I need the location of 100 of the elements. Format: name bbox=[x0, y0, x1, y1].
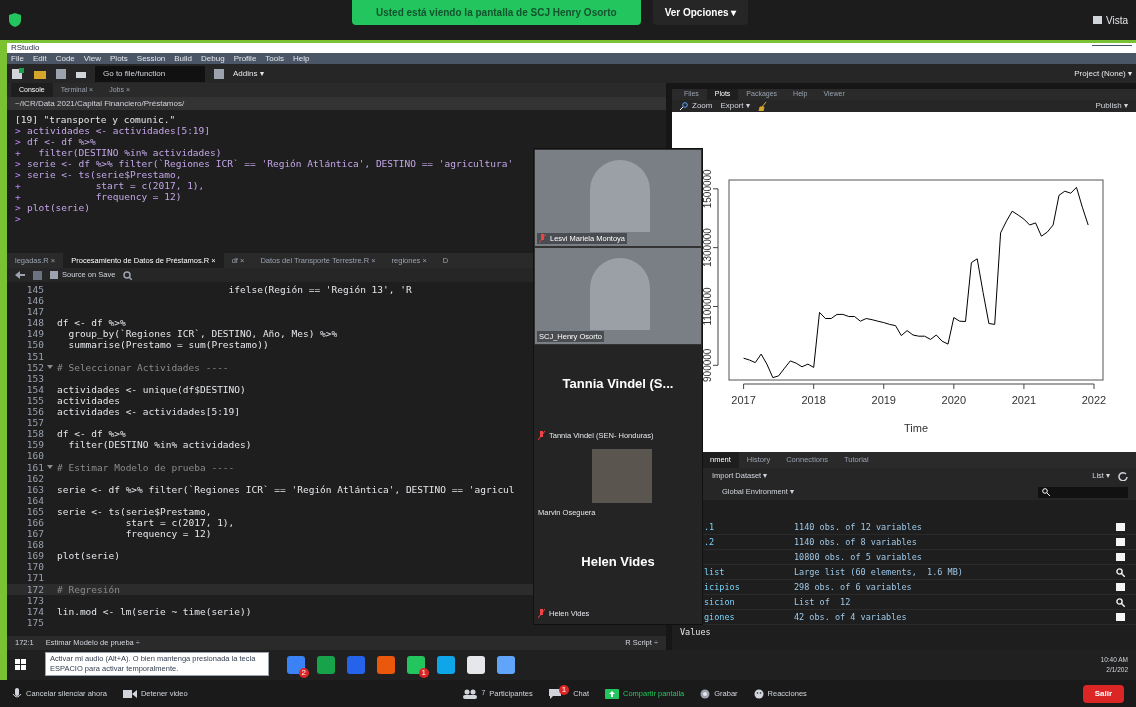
line-number: 160 bbox=[25, 450, 45, 462]
console-prompt: > bbox=[15, 169, 22, 180]
menu-item[interactable]: Plots bbox=[110, 52, 128, 65]
line-number: 173 bbox=[25, 594, 45, 606]
fold-arrow-icon[interactable] bbox=[47, 365, 53, 370]
section-header: Values bbox=[679, 626, 712, 637]
code-comment: # Estimar Modelo de prueba ---- bbox=[57, 461, 235, 473]
menu-item[interactable]: Build bbox=[174, 52, 193, 65]
shield-icon[interactable] bbox=[8, 12, 22, 28]
menu-item[interactable]: Edit bbox=[32, 52, 47, 65]
magnifier-icon bbox=[680, 101, 688, 110]
line-number: 171 bbox=[25, 572, 45, 584]
refresh-icon[interactable] bbox=[1118, 471, 1128, 481]
line-number: 167 bbox=[25, 528, 45, 540]
notification-badge: 1 bbox=[558, 684, 570, 695]
line-number: 175 bbox=[25, 616, 45, 628]
code-line: actividades bbox=[57, 394, 120, 407]
variable-value: List of 12 bbox=[794, 597, 852, 607]
leave-button[interactable]: Salir bbox=[1082, 684, 1124, 703]
menu-item[interactable]: View bbox=[83, 52, 101, 65]
search-icon[interactable] bbox=[123, 270, 133, 280]
save-icon[interactable] bbox=[33, 270, 42, 280]
search-icon[interactable] bbox=[1116, 567, 1125, 577]
line-number: 169 bbox=[25, 550, 45, 562]
variable-name[interactable]: list bbox=[704, 567, 725, 577]
checkbox-icon bbox=[50, 271, 58, 279]
view-options-button[interactable]: Ver Opciones ▾ bbox=[652, 0, 749, 25]
menu-item[interactable]: Code bbox=[55, 52, 75, 65]
variable-name[interactable]: .2 bbox=[704, 537, 715, 547]
notification-badge: 2 bbox=[298, 668, 309, 678]
code-line: df <- df %>% bbox=[57, 428, 126, 440]
export-menu[interactable]: Export ▾ bbox=[720, 99, 750, 112]
windows-start-icon[interactable] bbox=[15, 659, 27, 671]
x-tick-label: 2022 bbox=[1081, 393, 1107, 406]
y-tick-label: 1100000 bbox=[702, 286, 713, 326]
line-number: 148 bbox=[25, 317, 45, 329]
publish-menu[interactable]: Publish ▾ bbox=[1095, 99, 1128, 112]
code-line: df <- df %>% bbox=[57, 317, 126, 329]
line-number: 152 bbox=[25, 361, 45, 373]
console-line: df <- df %>% bbox=[27, 136, 96, 147]
search-field[interactable] bbox=[1038, 486, 1128, 498]
line-number: 172 bbox=[25, 583, 45, 595]
chat-bubble-icon bbox=[548, 688, 561, 699]
menu-item[interactable]: Debug bbox=[201, 52, 225, 65]
console-line: start = c(2017, 1), bbox=[94, 180, 205, 191]
grid-icon[interactable] bbox=[213, 67, 225, 80]
record-icon bbox=[700, 688, 711, 699]
variable-name[interactable]: giones bbox=[704, 612, 735, 622]
broom-icon[interactable] bbox=[757, 100, 768, 111]
code-line: actividades <- unique(df$DESTINO) bbox=[57, 383, 246, 395]
console-prompt: > bbox=[15, 125, 22, 136]
line-number: 150 bbox=[25, 339, 45, 351]
back-arrow-icon[interactable] bbox=[15, 271, 25, 279]
menu-item[interactable]: Profile bbox=[233, 52, 257, 65]
people-icon bbox=[463, 688, 478, 699]
line-number: 162 bbox=[25, 472, 45, 484]
menu-item[interactable]: File bbox=[11, 52, 24, 65]
zoom-button[interactable]: Zoom bbox=[680, 99, 713, 112]
line-number: 149 bbox=[25, 328, 45, 340]
x-tick-label: 2020 bbox=[941, 393, 967, 406]
microphone-icon bbox=[12, 687, 22, 700]
code-line: frequency = 12) bbox=[124, 528, 212, 540]
x-axis-title: Time bbox=[904, 421, 928, 434]
view-button[interactable]: Vista bbox=[1092, 12, 1128, 28]
addins-menu[interactable]: Addins ▾ bbox=[233, 67, 264, 80]
go-to-file-field[interactable]: Go to file/function bbox=[95, 65, 205, 82]
variable-name[interactable]: .1 bbox=[704, 522, 715, 532]
search-icon[interactable] bbox=[1116, 597, 1125, 607]
menu-item[interactable]: Session bbox=[136, 52, 166, 65]
console-prompt: > bbox=[15, 202, 22, 213]
line-number: 164 bbox=[25, 494, 45, 506]
menu-item[interactable]: Tools bbox=[265, 52, 285, 65]
save-icon[interactable] bbox=[55, 67, 67, 80]
new-file-icon[interactable] bbox=[11, 67, 25, 80]
variable-name[interactable]: sicion bbox=[704, 597, 735, 607]
variable-value: Large list (60 elements, 1.6 MB) bbox=[794, 567, 964, 577]
photo-placeholder bbox=[590, 160, 650, 232]
line-number: 157 bbox=[25, 417, 45, 429]
smiley-icon bbox=[753, 688, 764, 699]
search-icon bbox=[1042, 488, 1050, 496]
line-number: 153 bbox=[25, 372, 45, 384]
menu-item[interactable]: Help bbox=[293, 52, 310, 65]
project-menu[interactable]: Project (None) ▾ bbox=[1074, 67, 1132, 80]
line-number: 170 bbox=[25, 561, 45, 573]
line-number: 174 bbox=[25, 605, 45, 617]
code-line: start = c(2017, 1), bbox=[125, 516, 235, 529]
console-prompt: + bbox=[15, 191, 22, 202]
line-number: 159 bbox=[25, 439, 45, 451]
code-line: group_by(`Regiones ICR`, DESTINO, Año, Mes) %>% bbox=[67, 328, 338, 340]
x-tick-label: 2019 bbox=[871, 393, 896, 406]
variable-name[interactable]: icipios bbox=[704, 582, 740, 592]
code-line: summarise(Prestamo = sum(Prestamo)) bbox=[67, 339, 269, 351]
y-tick-label: 900000 bbox=[702, 348, 713, 382]
code-line: lin.mod <- lm(serie ~ time(serie)) bbox=[57, 605, 252, 617]
x-tick-label: 2017 bbox=[731, 393, 756, 406]
code-comment: # Regresión bbox=[57, 583, 120, 595]
console-line: actividades <- actividades[5:19] bbox=[27, 125, 211, 136]
fold-arrow-icon[interactable] bbox=[47, 465, 53, 470]
camera-icon bbox=[122, 688, 137, 699]
line-number: 145 bbox=[25, 284, 45, 296]
